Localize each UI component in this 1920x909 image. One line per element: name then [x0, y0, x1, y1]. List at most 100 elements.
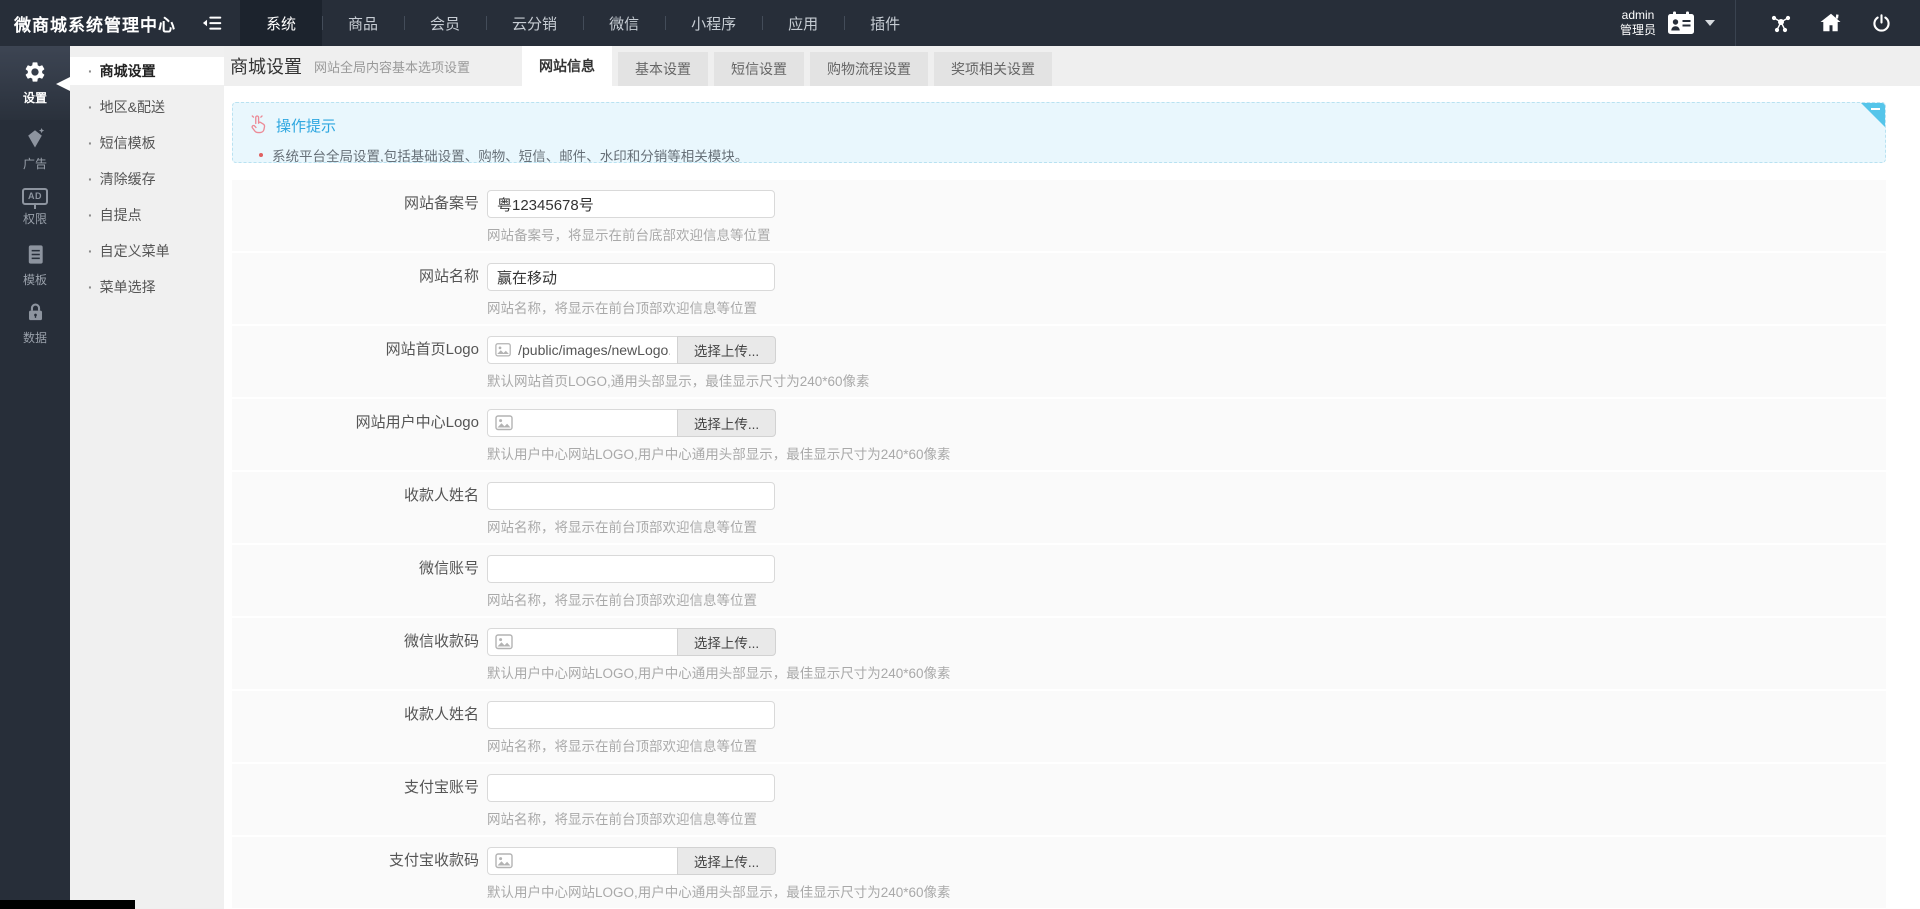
text-input[interactable] — [487, 263, 775, 291]
power-icon[interactable] — [1869, 11, 1893, 35]
form-row: 收款人姓名 选择上传. — [232, 691, 1886, 762]
text-input[interactable] — [487, 482, 775, 510]
field-area: 选择上传... 默认用户中心网站LOGO,用户中心通用头部显示，最佳显示尺寸为2… — [487, 837, 951, 908]
tab[interactable]: 基本设置 — [618, 52, 708, 86]
submenu-item[interactable]: 自定义菜单 — [70, 237, 224, 265]
home-icon[interactable] — [1819, 11, 1843, 35]
field-helper: 网站名称，将显示在前台顶部欢迎信息等位置 — [487, 735, 775, 755]
top-navigation: 系统商品会员云分销微信小程序应用插件 — [240, 0, 926, 46]
sidebar-item-label: 权限 — [23, 210, 47, 227]
form-row: 网站备案号 粤12345678号 — [232, 180, 1886, 251]
hand-pointer-icon — [247, 113, 266, 138]
upload-button[interactable]: 选择上传... — [677, 336, 776, 364]
field-helper: 网站名称，将显示在前台顶部欢迎信息等位置 — [487, 589, 775, 609]
topnav-item[interactable]: 微信 — [583, 0, 665, 46]
id-card-icon[interactable] — [1666, 11, 1696, 36]
topnav-item[interactable]: 商品 — [322, 0, 404, 46]
tab-bar: 网站信息基本设置短信设置购物流程设置奖项相关设置 — [522, 46, 1052, 86]
submenu-item[interactable]: 菜单选择 — [70, 273, 224, 301]
sidebar-item-label: 广告 — [23, 155, 47, 172]
field-label: 网站用户中心Logo — [232, 399, 479, 470]
text-input[interactable] — [487, 774, 775, 802]
submenu-item[interactable]: 商城设置 — [70, 57, 224, 85]
upload-path-text: /public/images/newLogo.pn — [518, 342, 670, 358]
page-title: 商城设置 — [230, 53, 302, 79]
topnav-item[interactable]: 系统 — [240, 0, 322, 46]
tab[interactable]: 奖项相关设置 — [934, 52, 1052, 86]
form-row: 网站首页Logo /public/images/newLogo.pn — [232, 326, 1886, 397]
text-input[interactable] — [487, 701, 775, 729]
image-icon — [495, 342, 511, 358]
sidebar-item[interactable]: 数据 — [0, 294, 70, 352]
upload-field: 选择上传... — [487, 628, 951, 656]
field-area: 选择上传... 默认用户中心网站LOGO,用户中心通用头部显示，最佳显示尺寸为2… — [487, 618, 951, 689]
field-label: 网站备案号 — [232, 180, 479, 251]
sidebar-item[interactable]: 模板 — [0, 236, 70, 294]
field-helper: 网站名称，将显示在前台顶部欢迎信息等位置 — [487, 808, 775, 828]
tab[interactable]: 购物流程设置 — [810, 52, 928, 86]
upload-path-box[interactable]: /public/images/newLogo.pn — [487, 336, 678, 364]
upload-path-box[interactable] — [487, 628, 678, 656]
tab[interactable]: 网站信息 — [522, 46, 612, 86]
alert-title: 操作提示 — [276, 115, 336, 136]
gear-icon — [23, 60, 47, 84]
tab[interactable]: 短信设置 — [714, 52, 804, 86]
text-input[interactable] — [487, 555, 775, 583]
submenu-item[interactable]: 清除缓存 — [70, 165, 224, 193]
content-body: 操作提示 系统平台全局设置,包括基础设置、购物、短信、邮件、水印和分销等相关模块… — [224, 86, 1920, 908]
share-nodes-icon[interactable] — [1769, 11, 1793, 35]
upload-field: 选择上传... — [487, 409, 951, 437]
form-row: 微信账号 选择上传.. — [232, 545, 1886, 616]
sidebar-item-label: 设置 — [23, 89, 47, 106]
form-row: 支付宝收款码 选择上传 — [232, 837, 1886, 908]
user-role: 管理员 — [1620, 23, 1656, 38]
field-helper: 默认用户中心网站LOGO,用户中心通用头部显示，最佳显示尺寸为240*60像素 — [487, 443, 951, 463]
field-label: 支付宝收款码 — [232, 837, 479, 908]
form-row: 微信收款码 选择上传. — [232, 618, 1886, 689]
upload-path-box[interactable] — [487, 847, 678, 875]
field-helper: 默认用户中心网站LOGO,用户中心通用头部显示，最佳显示尺寸为240*60像素 — [487, 881, 951, 901]
submenu-item[interactable]: 自提点 — [70, 201, 224, 229]
field-label: 网站首页Logo — [232, 326, 479, 397]
upload-path-box[interactable] — [487, 409, 678, 437]
field-area: 赢在移动 选择上传... 网站名称，将显示在前台顶部欢迎信息等位置 — [487, 253, 775, 324]
topnav-item[interactable]: 小程序 — [665, 0, 762, 46]
tips-alert: 操作提示 系统平台全局设置,包括基础设置、购物、短信、邮件、水印和分销等相关模块… — [232, 102, 1886, 163]
upload-button[interactable]: 选择上传... — [677, 847, 776, 875]
bottom-black-bar — [0, 900, 135, 909]
sidebar-item[interactable]: 广告 — [0, 120, 70, 178]
field-area: 选择上传... 默认用户中心网站LOGO,用户中心通用头部显示，最佳显示尺寸为2… — [487, 399, 951, 470]
menu-fold-icon[interactable] — [202, 13, 224, 33]
text-input[interactable] — [487, 190, 775, 218]
submenu-item[interactable]: 短信模板 — [70, 129, 224, 157]
topnav-item[interactable]: 会员 — [404, 0, 486, 46]
field-area: 选择上传... 网站名称，将显示在前台顶部欢迎信息等位置 — [487, 764, 775, 835]
field-helper: 默认用户中心网站LOGO,用户中心通用头部显示，最佳显示尺寸为240*60像素 — [487, 662, 951, 682]
user-info[interactable]: admin 管理员 — [1620, 8, 1656, 38]
field-helper: 默认网站首页LOGO,通用头部显示，最佳显示尺寸为240*60像素 — [487, 370, 870, 390]
collapse-corner[interactable] — [1861, 103, 1885, 127]
submenu-panel: 商城设置地区&配送短信模板清除缓存自提点自定义菜单菜单选择 — [70, 46, 224, 909]
settings-form: 网站备案号 粤12345678号 — [232, 180, 1886, 908]
sidebar-item[interactable]: 权限 — [0, 178, 70, 236]
ad-board-icon — [22, 188, 48, 205]
topnav-item[interactable]: 插件 — [844, 0, 926, 46]
form-row: 网站用户中心Logo — [232, 399, 1886, 470]
sidebar-item-label: 数据 — [23, 329, 47, 346]
divider — [1735, 0, 1736, 46]
lock-icon — [24, 301, 47, 324]
upload-button[interactable]: 选择上传... — [677, 409, 776, 437]
app-logo: 微商城系统管理中心 — [14, 11, 176, 36]
sidebar-item-label: 模板 — [23, 271, 47, 288]
submenu-item[interactable]: 地区&配送 — [70, 93, 224, 121]
upload-button[interactable]: 选择上传... — [677, 628, 776, 656]
form-row: 收款人姓名 选择上传. — [232, 472, 1886, 543]
field-area: 选择上传... 网站名称，将显示在前台顶部欢迎信息等位置 — [487, 691, 775, 762]
topnav-item[interactable]: 应用 — [762, 0, 844, 46]
topnav-item[interactable]: 云分销 — [486, 0, 583, 46]
caret-down-icon[interactable] — [1705, 20, 1715, 26]
topbar: 微商城系统管理中心 系统商品会员云分销微信小程序应用插件 admin 管理员 — [0, 0, 1920, 46]
upload-field: 选择上传... — [487, 847, 951, 875]
document-icon — [24, 243, 47, 266]
field-helper: 网站备案号，将显示在前台底部欢迎信息等位置 — [487, 224, 775, 244]
